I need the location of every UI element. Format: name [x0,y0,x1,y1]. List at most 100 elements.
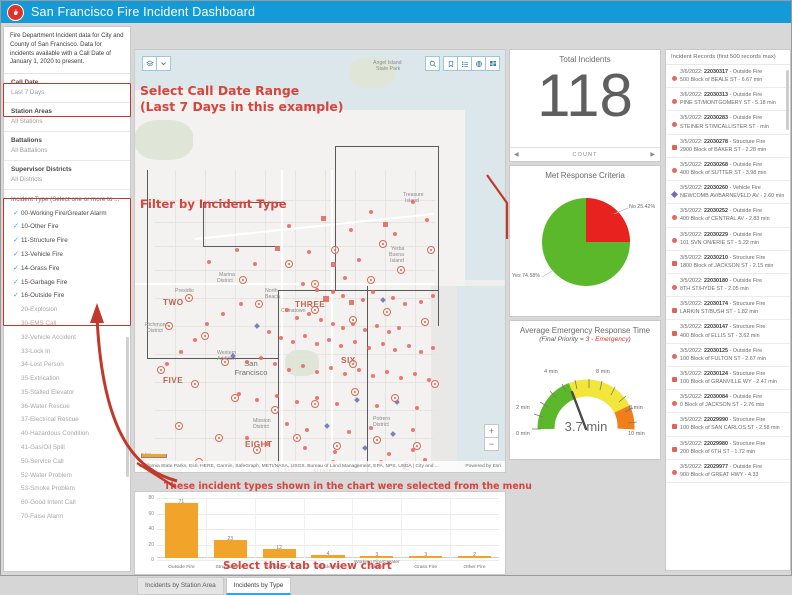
map-incident-point[interactable] [343,276,347,280]
record-item[interactable]: 3/5/2022: 22030174 - Structure Fire LARKI… [666,297,790,321]
map-station-marker[interactable] [331,246,339,254]
map-incident-point[interactable] [307,250,311,254]
map-station-marker[interactable] [349,316,357,324]
legend-icon[interactable] [457,56,472,71]
record-item[interactable]: 3/6/2022: 22030317 - Outside Fire 500 Blo… [666,65,790,89]
incident-type-item[interactable]: ✓ 00-Working Fire/Greater Alarm [4,206,130,220]
map-station-marker[interactable] [351,388,359,396]
map-station-marker[interactable] [293,434,301,442]
incident-type-item[interactable]: 37-Electrical Rescue [4,413,130,427]
incident-type-item[interactable]: 41-Gas/Oil Spill [4,441,130,455]
record-item[interactable]: 3/5/2022: 22030268 - Outside Fire 400 Blo… [666,158,790,182]
record-item[interactable]: 3/5/2022: 22030252 - Outside Fire 400 Blo… [666,204,790,228]
map-incident-point[interactable] [419,300,423,304]
map-incident-point[interactable] [285,422,289,426]
map-incident-point[interactable] [335,402,339,406]
map-station-marker[interactable] [397,266,405,274]
map-incident-point[interactable] [329,366,333,370]
record-item[interactable]: 3/5/2022: 22029977 - Outside Fire 900 Blo… [666,460,790,483]
map-incident-point[interactable] [341,326,345,330]
map-incident-point[interactable] [425,218,429,222]
layers-icon[interactable] [142,56,157,71]
map-station-marker[interactable] [201,332,209,340]
incident-type-item[interactable]: 53-Smoke Problem [4,482,130,496]
record-item[interactable]: 3/5/2022: 22030260 - Vehicle Fire NEWCOMB… [666,181,790,205]
map-incident-point[interactable] [303,334,307,338]
map-incident-point[interactable] [393,348,397,352]
chart-bar[interactable] [164,502,199,558]
map-incident-point[interactable] [369,426,373,430]
map-incident-point[interactable] [387,330,391,334]
record-item[interactable]: 3/5/2022: 22030283 - Outside Fire STEINER… [666,111,790,135]
filter-call-date[interactable]: Call Date Last 7 Days [4,74,130,104]
total-incidents-footer[interactable]: ◀ COUNT ▶ [510,147,660,161]
basemap-icon[interactable] [471,56,486,71]
record-item[interactable]: 3/5/2022: 22029980 - Structure Fire 200 B… [666,437,790,460]
map-incident-point[interactable] [295,316,299,320]
map-incident-point[interactable] [319,318,323,322]
map-incident-point[interactable] [375,404,379,408]
tab-incidents-by-type[interactable]: Incidents by Type [225,577,292,595]
map-incident-point[interactable] [303,446,307,450]
map-incident-point[interactable] [333,450,337,454]
incident-type-item[interactable]: 40-Hazardous Condition [4,427,130,441]
map-incident-point[interactable] [301,364,305,368]
incident-type-item[interactable]: ✓ 10-Other Fire [4,220,130,234]
map-station-marker[interactable] [253,446,261,454]
map-incident-point[interactable] [331,262,336,267]
map-incident-point[interactable] [369,210,373,214]
map-station-marker[interactable] [285,260,293,268]
map-incident-point[interactable] [315,342,319,346]
map-incident-point[interactable] [357,258,361,262]
map-incident-point[interactable] [291,340,295,344]
map-incident-point[interactable] [323,296,329,302]
map-incident-point[interactable] [253,262,257,266]
zoom-out-button[interactable]: − [484,437,499,451]
map-incident-point[interactable] [353,340,357,344]
map-station-marker[interactable] [373,436,381,444]
record-item[interactable]: 3/5/2022: 22030084 - Outside Fire 0 Block… [666,390,790,414]
filter-battalions[interactable]: Battalions All Battalions [4,132,130,162]
chevron-down-icon[interactable] [156,56,171,71]
incident-type-item[interactable]: ✓ 15-Garbage Fire [4,275,130,289]
map-incident-point[interactable] [207,260,211,264]
incident-type-list[interactable]: ✓ 00-Working Fire/Greater Alarm ✓ 10-Other … [4,206,130,527]
record-item[interactable]: 3/6/2022: 22030313 - Outside Fire PINE ST… [666,88,790,112]
map-station-marker[interactable] [311,400,319,408]
map-incident-point[interactable] [367,346,371,350]
incident-type-item[interactable]: ✓ 14-Grass Fire [4,261,130,275]
incident-type-item[interactable]: 35-Extrication [4,372,130,386]
map-incident-point[interactable] [393,232,397,236]
map-incident-point[interactable] [279,336,283,340]
record-item[interactable]: 3/5/2022: 22030210 - Structure Fire 1800 … [666,251,790,274]
map-incident-point[interactable] [411,200,415,204]
map-incident-point[interactable] [287,224,291,228]
prev-metric-arrow[interactable]: ◀ [514,151,520,158]
map-incident-point[interactable] [431,294,435,298]
map-incident-point[interactable] [267,330,271,334]
map-incident-point[interactable] [301,282,305,286]
gauge-chart[interactable]: 2 min 4 min 8 min 8 min 0 min 10 min 3.7… [510,343,662,447]
map-station-marker[interactable] [231,394,239,402]
map-station-marker[interactable] [221,358,229,366]
incident-type-item[interactable]: 30-EMS Call [4,317,130,331]
next-metric-arrow[interactable]: ▶ [650,151,656,158]
widgets-icon[interactable] [485,56,500,71]
map-incident-point[interactable] [285,308,289,312]
map-incident-point[interactable] [255,398,259,402]
map-station-marker[interactable] [379,240,387,248]
bookmark-icon[interactable] [443,56,458,71]
map-station-marker[interactable] [175,422,183,430]
map-toolbar-left[interactable] [142,56,171,71]
map-incident-point[interactable] [363,328,367,332]
map-station-marker[interactable] [255,300,263,308]
map-incident-point[interactable] [357,368,361,372]
map-incident-point[interactable] [245,360,249,364]
map-incident-point[interactable] [235,248,239,252]
map-toolbar-right[interactable] [425,56,500,71]
map-incident-point[interactable] [275,246,280,251]
map-incident-point[interactable] [265,442,269,446]
map-incident-point[interactable] [361,298,365,302]
map-incident-point[interactable] [165,362,169,366]
map-incident-point[interactable] [349,228,353,232]
